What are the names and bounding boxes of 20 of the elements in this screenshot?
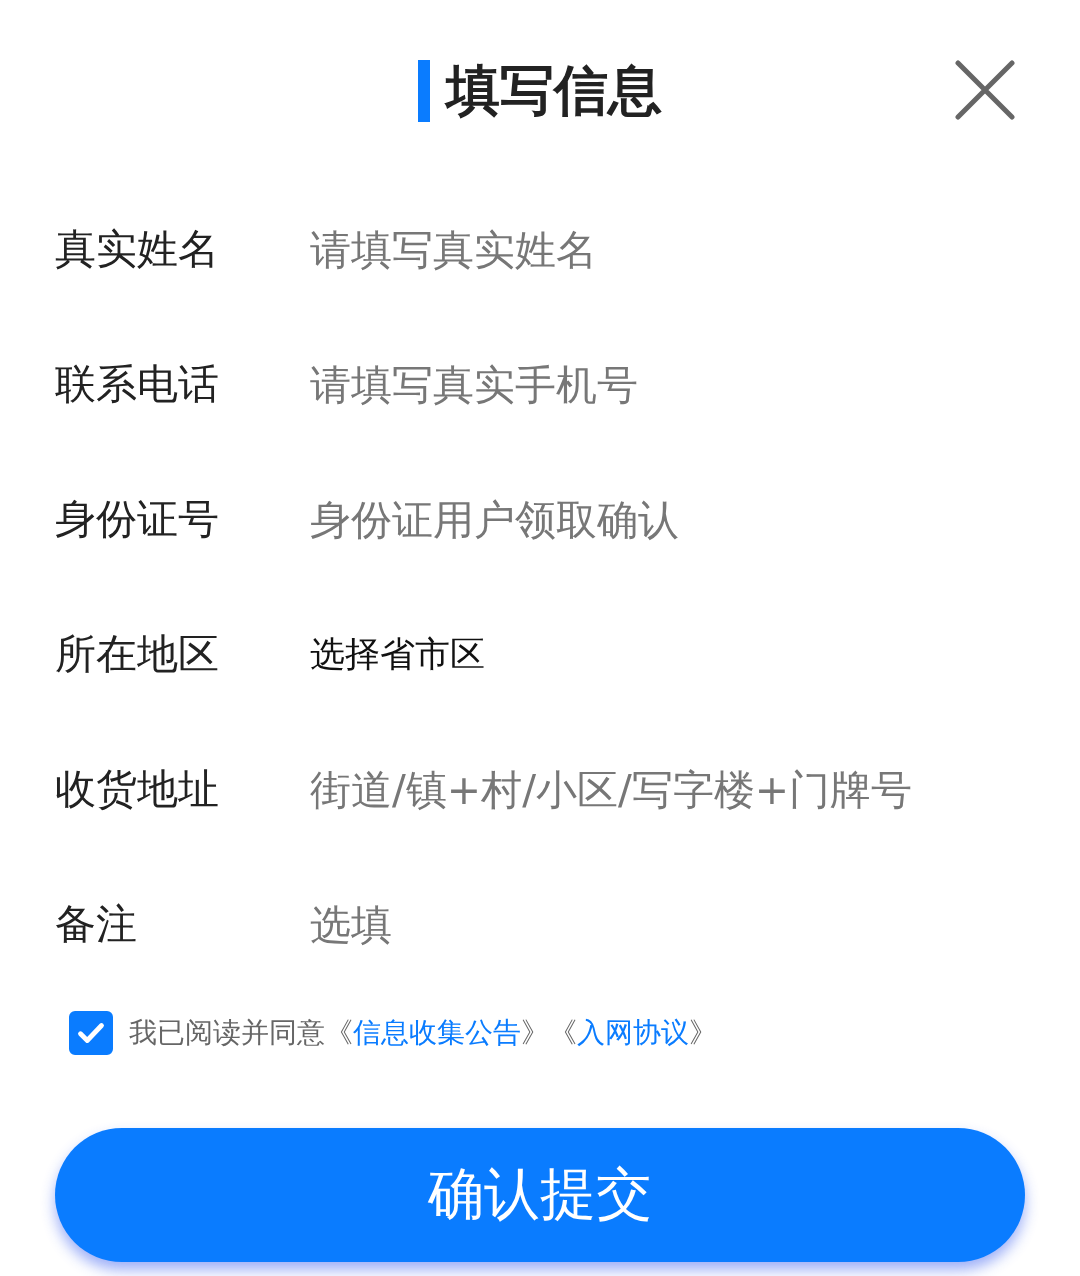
field-label: 备注	[55, 899, 138, 950]
field-label: 收货地址	[55, 764, 220, 815]
agreement-checkbox[interactable]	[69, 1011, 113, 1055]
input-field[interactable]: 选填	[310, 900, 1025, 949]
field-label: 真实姓名	[55, 224, 220, 275]
input-field[interactable]: 街道/镇+村/小区/写字楼+门牌号	[310, 765, 1025, 814]
input-field[interactable]: 身份证用户领取确认	[310, 495, 1025, 544]
dialog-title: 填写信息	[446, 57, 662, 124]
agreement-link[interactable]: 信息收集公告	[353, 1016, 521, 1049]
input-field[interactable]: 请填写真实姓名	[310, 225, 1025, 274]
region-select[interactable]: 选择省市区	[310, 631, 485, 678]
field-label: 所在地区	[55, 629, 220, 680]
field-label: 联系电话	[55, 359, 220, 410]
field-label: 身份证号	[55, 494, 220, 545]
agreement-text: 我已阅读并同意《信息收集公告》《入网协议》	[129, 1015, 717, 1051]
input-field[interactable]: 请填写真实手机号	[310, 360, 1025, 409]
agreement-link[interactable]: 入网协议	[577, 1016, 689, 1049]
title-accent-bar	[418, 60, 430, 122]
submit-button[interactable]: 确认提交	[55, 1128, 1025, 1262]
close-icon[interactable]	[955, 60, 1015, 120]
